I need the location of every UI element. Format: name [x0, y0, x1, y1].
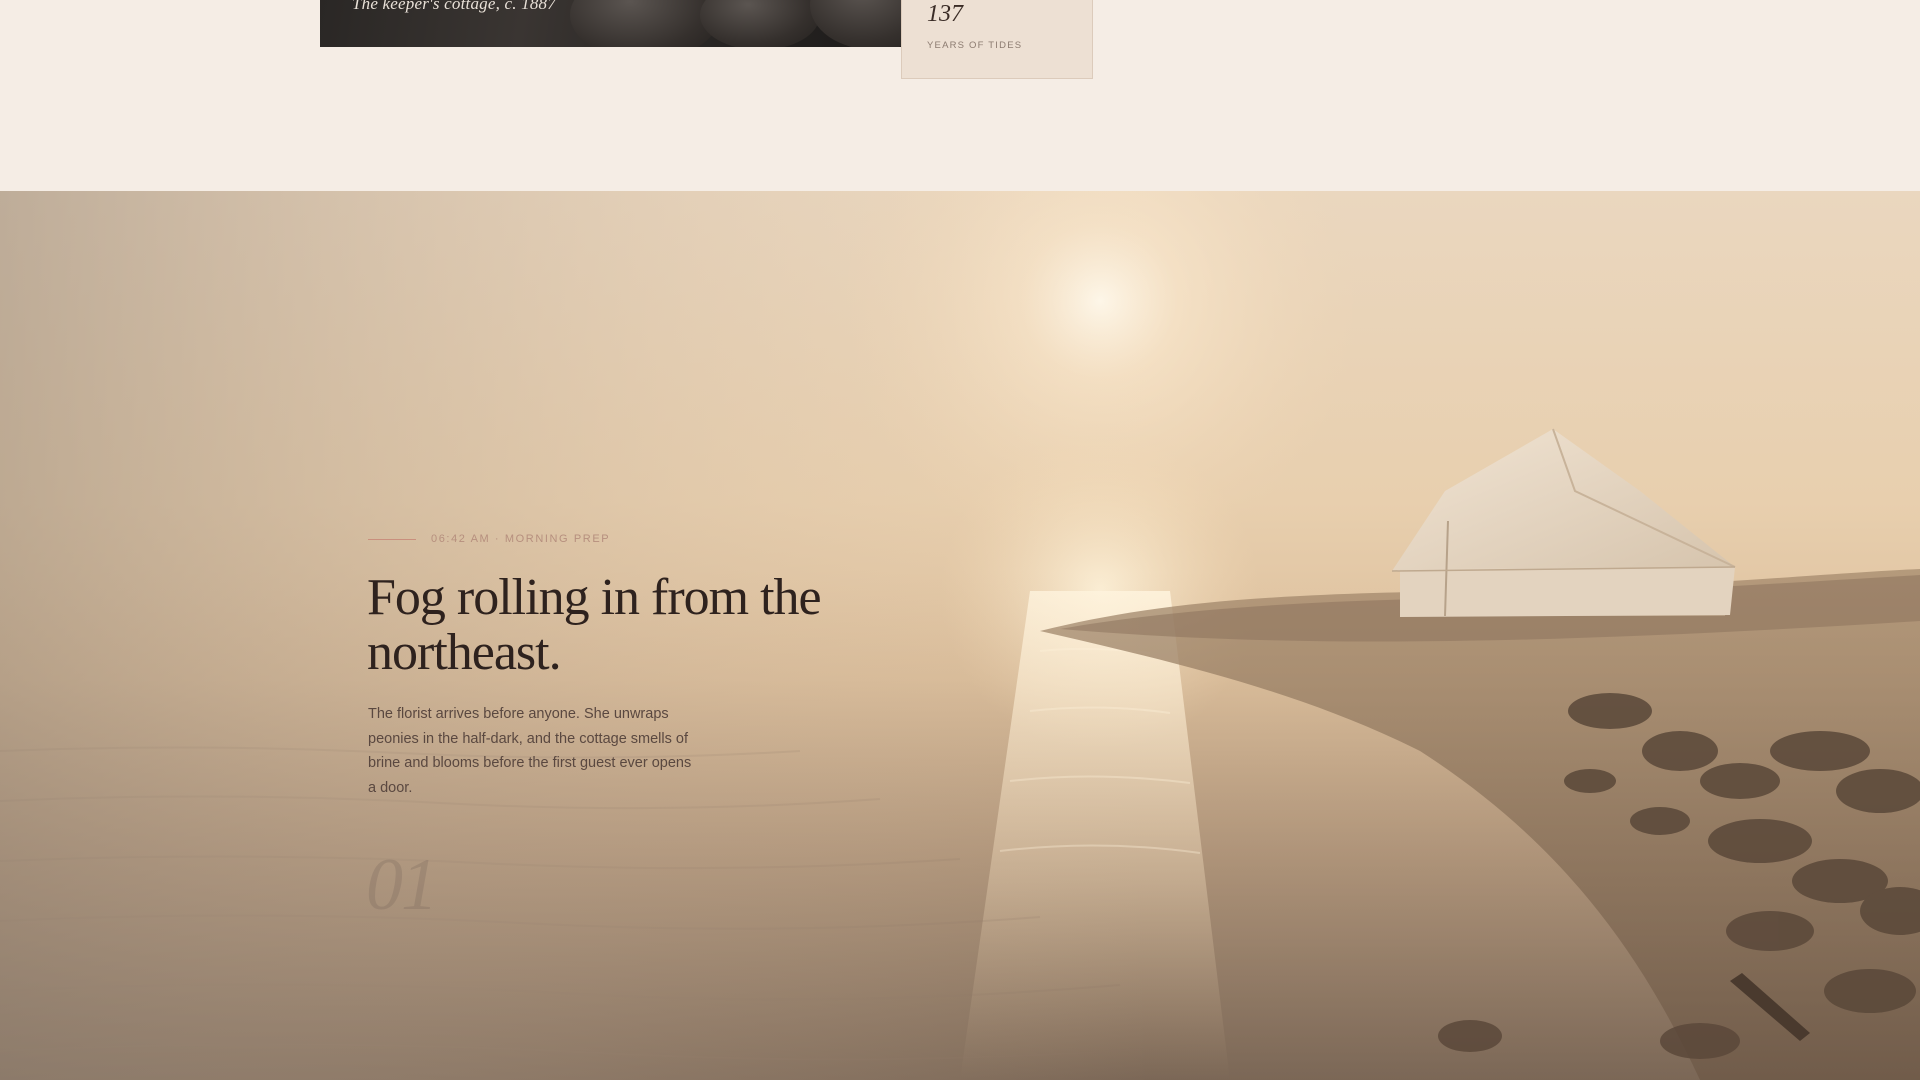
- eyebrow-rule: [368, 538, 416, 540]
- fog-scene-hero: 06:42 AM · MORNING PREP Fog rolling in f…: [0, 191, 1920, 1080]
- stat-card: 137 YEARS OF TIDES: [901, 0, 1093, 79]
- scene-timestamp-label: 06:42 AM · MORNING PREP: [431, 533, 611, 545]
- stat-number: 137: [927, 1, 963, 27]
- scene-body-text: The florist arrives before anyone. She u…: [368, 706, 692, 796]
- stat-label: YEARS OF TIDES: [927, 40, 1023, 51]
- archive-photo-caption: The keeper's cottage, c. 1887: [352, 0, 556, 13]
- scene-eyebrow: 06:42 AM · MORNING PREP: [368, 533, 610, 545]
- scene-headline: Fog rolling in from the northeast.: [367, 569, 822, 681]
- chapter-number: 01: [366, 844, 438, 926]
- foggy-shoreline-image: [0, 191, 1920, 1080]
- archive-band: The keeper's cottage, c. 1887 137 YEARS …: [0, 0, 1920, 191]
